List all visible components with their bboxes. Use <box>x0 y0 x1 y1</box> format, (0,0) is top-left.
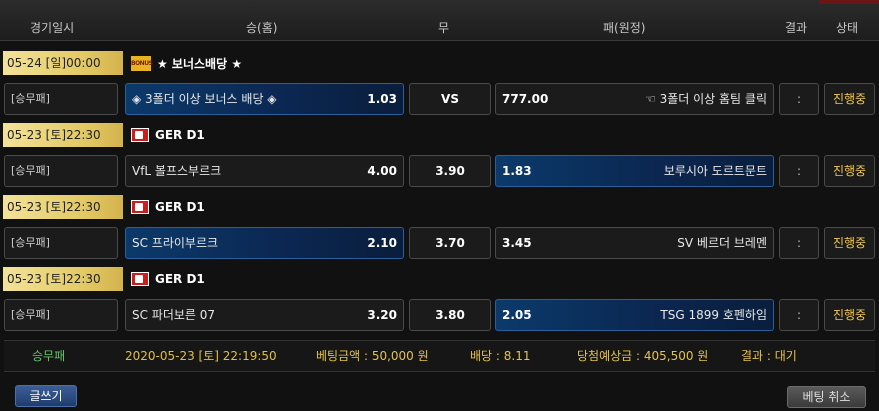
summary-bet-amount: 베팅금액 : 50,000 원 <box>316 349 429 363</box>
germany-flag-icon <box>131 128 149 142</box>
bet-type: [승무패] <box>4 83 118 115</box>
away-odds-button[interactable]: 777.00 ☜ 3폴더 이상 홈팀 클릭 <box>495 83 774 115</box>
game-date-row: 05-23 [토]22:30 GER D1 <box>0 119 879 147</box>
result-cell: : <box>779 155 819 187</box>
germany-flag-icon <box>131 200 149 214</box>
home-team: VfL 볼프스부르크 <box>132 164 222 178</box>
home-team: SC 파더보른 07 <box>132 308 216 322</box>
summary-result: 결과 : 대기 <box>741 349 797 363</box>
game-date: 05-23 [토]22:30 <box>3 267 123 291</box>
away-odds-button[interactable]: 3.45 SV 베르더 브레멘 <box>495 227 774 259</box>
away-odd: 777.00 <box>502 92 549 106</box>
status-badge: 진행중 <box>824 155 875 187</box>
bet-row: [승무패] VfL 볼프스부르크 4.00 3.90 1.83 보루시아 도르트… <box>0 155 879 191</box>
bet-type: [승무패] <box>4 155 118 187</box>
home-odd: 3.20 <box>367 308 397 322</box>
bet-row: [승무패] ◈ 3폴더 이상 보너스 배당 ◈ 1.03 VS 777.00 ☜… <box>0 83 879 119</box>
draw-odds-button[interactable]: 3.80 <box>409 299 491 331</box>
summary-expected-win: 당첨예상금 : 405,500 원 <box>577 349 709 363</box>
league-label: GER D1 <box>131 125 205 145</box>
summary-datetime: 2020-05-23 [토] 22:19:50 <box>125 349 277 363</box>
home-odd: 2.10 <box>367 236 397 250</box>
game-date: 05-23 [토]22:30 <box>3 195 123 219</box>
draw-odds-button[interactable]: 3.90 <box>409 155 491 187</box>
col-result-header: 결과 <box>785 21 808 35</box>
table-header: 경기일시 승(홈) 무 패(원정) 결과 상태 <box>0 0 879 41</box>
status-badge: 진행중 <box>824 299 875 331</box>
league-label: GER D1 <box>131 197 205 217</box>
home-odds-button[interactable]: VfL 볼프스부르크 4.00 <box>125 155 404 187</box>
away-team: TSG 1899 호펜하임 <box>660 308 767 322</box>
league-name: GER D1 <box>155 200 205 214</box>
away-odd: 2.05 <box>502 308 532 322</box>
away-team: ☜ 3폴더 이상 홈팀 클릭 <box>645 92 767 106</box>
game-date-row: 05-23 [토]22:30 GER D1 <box>0 263 879 291</box>
away-team: 보루시아 도르트문트 <box>663 164 767 178</box>
bonus-icon: BONUS <box>131 55 153 71</box>
cancel-bet-button[interactable]: 베팅 취소 <box>787 386 866 408</box>
status-badge: 진행중 <box>824 227 875 259</box>
game-date: 05-24 [일]00:00 <box>3 51 123 75</box>
home-odd: 4.00 <box>367 164 397 178</box>
league-name: ★ 보너스배당 ★ <box>157 56 243 71</box>
col-date-header: 경기일시 <box>30 21 75 35</box>
away-odd: 3.45 <box>502 236 532 250</box>
col-draw-header: 무 <box>438 21 450 35</box>
away-odds-button[interactable]: 2.05 TSG 1899 호펜하임 <box>495 299 774 331</box>
game-date-row: 05-24 [일]00:00 BONUS ★ 보너스배당 ★ <box>0 47 879 75</box>
away-team: SV 베르더 브레멘 <box>677 236 767 250</box>
bet-row: [승무패] SC 프라이부르크 2.10 3.70 3.45 SV 베르더 브레… <box>0 227 879 263</box>
draw-odds-button[interactable]: VS <box>409 83 491 115</box>
summary-type: 승무패 <box>32 349 66 363</box>
home-odds-button[interactable]: SC 프라이부르크 2.10 <box>125 227 404 259</box>
away-odds-button[interactable]: 1.83 보루시아 도르트문트 <box>495 155 774 187</box>
result-cell: : <box>779 299 819 331</box>
game-date: 05-23 [토]22:30 <box>3 123 123 147</box>
summary-odds: 배당 : 8.11 <box>470 349 531 363</box>
write-button[interactable]: 글쓰기 <box>15 385 77 407</box>
bet-type: [승무패] <box>4 299 118 331</box>
bet-summary: 승무패 2020-05-23 [토] 22:19:50 베팅금액 : 50,00… <box>4 340 875 372</box>
home-team: ◈ 3폴더 이상 보너스 배당 ◈ <box>132 92 277 106</box>
col-home-header: 승(홈) <box>246 21 278 35</box>
game-date-row: 05-23 [토]22:30 GER D1 <box>0 191 879 219</box>
col-status-header: 상태 <box>836 21 859 35</box>
league-label: BONUS ★ 보너스배당 ★ <box>131 53 242 73</box>
result-cell: : <box>779 227 819 259</box>
bet-type: [승무패] <box>4 227 118 259</box>
home-team: SC 프라이부르크 <box>132 236 219 250</box>
germany-flag-icon <box>131 272 149 286</box>
league-name: GER D1 <box>155 272 205 286</box>
home-odds-button[interactable]: ◈ 3폴더 이상 보너스 배당 ◈ 1.03 <box>125 83 404 115</box>
away-odd: 1.83 <box>502 164 532 178</box>
status-badge: 진행중 <box>824 83 875 115</box>
league-name: GER D1 <box>155 128 205 142</box>
col-away-header: 패(원정) <box>603 21 646 35</box>
home-odd: 1.03 <box>367 92 397 106</box>
bet-row: [승무패] SC 파더보른 07 3.20 3.80 2.05 TSG 1899… <box>0 299 879 335</box>
header-accent <box>819 0 879 4</box>
league-label: GER D1 <box>131 269 205 289</box>
result-cell: : <box>779 83 819 115</box>
draw-odds-button[interactable]: 3.70 <box>409 227 491 259</box>
home-odds-button[interactable]: SC 파더보른 07 3.20 <box>125 299 404 331</box>
